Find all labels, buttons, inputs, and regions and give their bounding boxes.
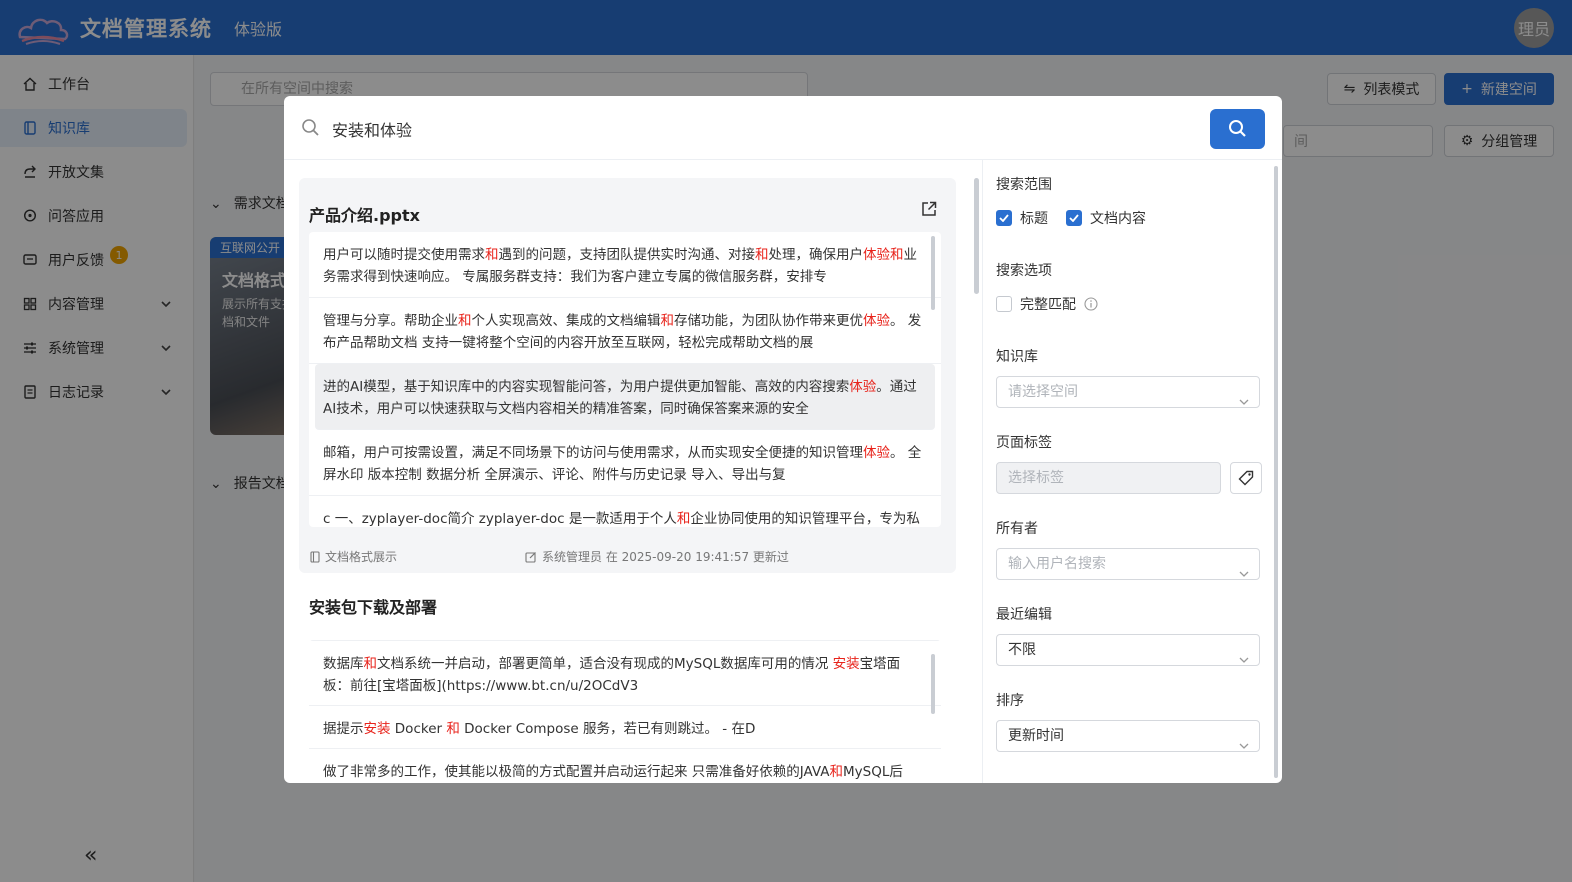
snippet-text: 处理，确保用户 <box>768 247 864 263</box>
snippet[interactable]: 用户可以随时提交使用需求和遇到的问题，支持团队提供实时沟通、对接和处理，确保用户… <box>309 232 941 298</box>
tag-icon <box>1238 470 1254 486</box>
snippet-list: 用户可以随时提交使用需求和遇到的问题，支持团队提供实时沟通、对接和处理，确保用户… <box>309 232 941 527</box>
checkbox-label: 完整匹配 <box>1020 297 1076 313</box>
edit-icon <box>525 551 537 563</box>
chevron-down-icon <box>1239 731 1249 749</box>
select-value: 更新时间 <box>1008 728 1064 744</box>
snippet-scrollbar[interactable] <box>931 236 935 310</box>
owner-select[interactable]: 输入用户名搜索 <box>996 548 1260 580</box>
keyword-highlight: 和 <box>829 764 844 780</box>
checkbox-checked-icon <box>1066 210 1082 226</box>
snippet[interactable]: 据提示安装 Docker 和 Docker Compose 服务，若已有则跳过。… <box>309 706 941 749</box>
tag-select[interactable]: 选择标签 <box>996 462 1221 494</box>
filters-scrollbar[interactable] <box>1274 166 1278 778</box>
snippet-text: 存储功能，为团队协作带来更优 <box>674 313 863 329</box>
result-space[interactable]: 文档格式展示 <box>325 548 397 565</box>
keyword-highlight: 和 <box>676 511 691 527</box>
snippet-text: 个人实现高效、集成的文档编辑 <box>471 313 661 329</box>
scope-title-checkbox[interactable]: 标题 <box>996 208 1048 228</box>
sort-label: 排序 <box>996 693 1024 709</box>
chevron-down-icon <box>1239 387 1249 405</box>
result-meta: 文档格式展示 系统管理员 在 2025-09-20 19:41:57 更新过 <box>309 548 789 565</box>
keyword-highlight: 体验 <box>863 247 890 263</box>
checkbox-checked-icon <box>996 210 1012 226</box>
keyword-highlight: 和 <box>485 247 499 263</box>
scope-content-checkbox[interactable]: 文档内容 <box>1066 208 1146 228</box>
checkbox-label: 标题 <box>1020 211 1048 227</box>
keyword-highlight: 安装 <box>832 656 860 672</box>
keyword-highlight: 和 <box>458 313 472 329</box>
result-editor-info: 系统管理员 在 2025-09-20 19:41:57 更新过 <box>542 550 789 564</box>
chevron-down-icon <box>1239 559 1249 577</box>
snippet[interactable]: 管理与分享。帮助企业和个人实现高效、集成的文档编辑和存储功能，为团队协作带来更优… <box>309 298 941 364</box>
kb-select[interactable]: 请选择空间 <box>996 376 1260 408</box>
snippet-text: Docker Compose 服务，若已有则跳过。 - 在D <box>459 721 756 737</box>
results-scrollbar[interactable] <box>974 178 979 294</box>
search-results[interactable]: 产品介绍.pptx 用户可以随时提交使用需求和遇到的问题，支持团队提供实时沟通、… <box>284 160 982 783</box>
snippet[interactable]: 进的AI模型，基于知识库中的内容实现智能问答，为用户提供更加智能、高效的内容搜索… <box>315 364 935 430</box>
snippet-text: 管理与分享。帮助企业 <box>323 313 458 329</box>
search-icon <box>1228 120 1246 137</box>
result-card[interactable]: 安装包下载及部署 数据库和文档系统一并启动，部署更简单，适合没有现成的MySQL… <box>299 578 956 783</box>
keyword-highlight: 和 <box>446 721 460 737</box>
snippet[interactable]: 数据库和文档系统一并启动，部署更简单，适合没有现成的MySQL数据库可用的情况 … <box>309 640 941 706</box>
keyword-highlight: 体验 <box>849 379 877 395</box>
snippet[interactable]: 邮箱，用户可按需设置，满足不同场景下的访问与使用需求，从而实现安全便捷的知识管理… <box>309 430 941 496</box>
snippet-text: 文档系统一并启动，部署更简单，适合没有现成的MySQL数据库可用的情况 <box>377 656 833 672</box>
keyword-highlight: 安装 <box>309 598 342 617</box>
snippet-text: 企业协同使用的知识管理平台，专为私 <box>690 511 920 527</box>
snippet-text: 用户可以随时提交使用需求 <box>323 247 485 263</box>
keyword-highlight: 和 <box>890 247 904 263</box>
exact-match-checkbox[interactable]: 完整匹配 <box>996 294 1098 314</box>
snippet-text: MySQL后 <box>843 764 903 780</box>
keyword-highlight: 安装 <box>363 721 391 737</box>
snippet-text: 邮箱，用户可按需设置，满足不同场景下的访问与使用需求，从而实现安全便捷的知识管理 <box>323 445 863 461</box>
snippet-text: 进的AI模型，基于知识库中的内容实现智能问答，为用户提供更加智能、高效的内容搜索 <box>323 379 850 395</box>
select-value: 不限 <box>1008 642 1036 658</box>
select-placeholder: 输入用户名搜索 <box>1008 556 1106 572</box>
snippet-text: 遇到的问题，支持团队提供实时沟通、对接 <box>498 247 756 263</box>
keyword-highlight: 和 <box>363 656 378 672</box>
snippet-text: 包下载及部署 <box>341 598 438 617</box>
search-button[interactable] <box>1210 109 1265 149</box>
snippet-text: 做了非常多的工作，使其能以极简的方式配置并启动运行起来 只需准备好依赖的JAVA <box>323 764 830 780</box>
keyword-highlight: 体验 <box>863 445 890 461</box>
snippet[interactable]: c 一、zyplayer-doc简介 zyplayer-doc 是一款适用于个人… <box>309 496 941 527</box>
sort-select[interactable]: 更新时间 <box>996 720 1260 752</box>
snippet-list: 数据库和文档系统一并启动，部署更简单，适合没有现成的MySQL数据库可用的情况 … <box>309 640 941 783</box>
checkbox-unchecked-icon <box>996 296 1012 312</box>
external-link-icon[interactable] <box>920 200 938 218</box>
search-filters: 搜索范围 标题 文档内容 搜索选项 完整匹配 知识库 请选择空间 页面标签 选择… <box>982 160 1282 783</box>
snippet-text: Docker <box>390 721 447 737</box>
keyword-highlight: 体验 <box>863 313 890 329</box>
chevron-down-icon <box>1239 645 1249 663</box>
snippet[interactable]: 做了非常多的工作，使其能以极简的方式配置并启动运行起来 只需准备好依赖的JAVA… <box>309 749 941 783</box>
search-modal: 产品介绍.pptx 用户可以随时提交使用需求和遇到的问题，支持团队提供实时沟通、… <box>284 96 1282 783</box>
info-icon[interactable] <box>1084 297 1098 311</box>
checkbox-label: 文档内容 <box>1090 211 1146 227</box>
search-input[interactable] <box>332 116 1192 142</box>
tag-manage-button[interactable] <box>1230 462 1262 494</box>
result-title[interactable]: 安装包下载及部署 <box>309 594 437 618</box>
select-placeholder: 请选择空间 <box>1008 384 1078 400</box>
tag-label: 页面标签 <box>996 435 1052 451</box>
result-title[interactable]: 产品介绍.pptx <box>309 202 420 226</box>
keyword-highlight: 和 <box>660 313 675 329</box>
snippet-scrollbar[interactable] <box>931 654 935 714</box>
options-label: 搜索选项 <box>996 263 1052 279</box>
recent-edit-label: 最近编辑 <box>996 607 1052 623</box>
scope-label: 搜索范围 <box>996 177 1052 193</box>
search-icon <box>301 118 321 138</box>
snippet-text: 据提示 <box>323 721 364 737</box>
book-icon <box>309 550 321 563</box>
owner-label: 所有者 <box>996 521 1038 537</box>
modal-search-bar <box>284 96 1282 160</box>
recent-edit-select[interactable]: 不限 <box>996 634 1260 666</box>
keyword-highlight: 和 <box>755 247 769 263</box>
snippet-text: 数据库 <box>323 656 364 672</box>
kb-label: 知识库 <box>996 349 1038 365</box>
result-card[interactable]: 产品介绍.pptx 用户可以随时提交使用需求和遇到的问题，支持团队提供实时沟通、… <box>299 178 956 573</box>
snippet-text: c 一、zyplayer-doc简介 zyplayer-doc 是一款适用于个人 <box>323 511 677 527</box>
